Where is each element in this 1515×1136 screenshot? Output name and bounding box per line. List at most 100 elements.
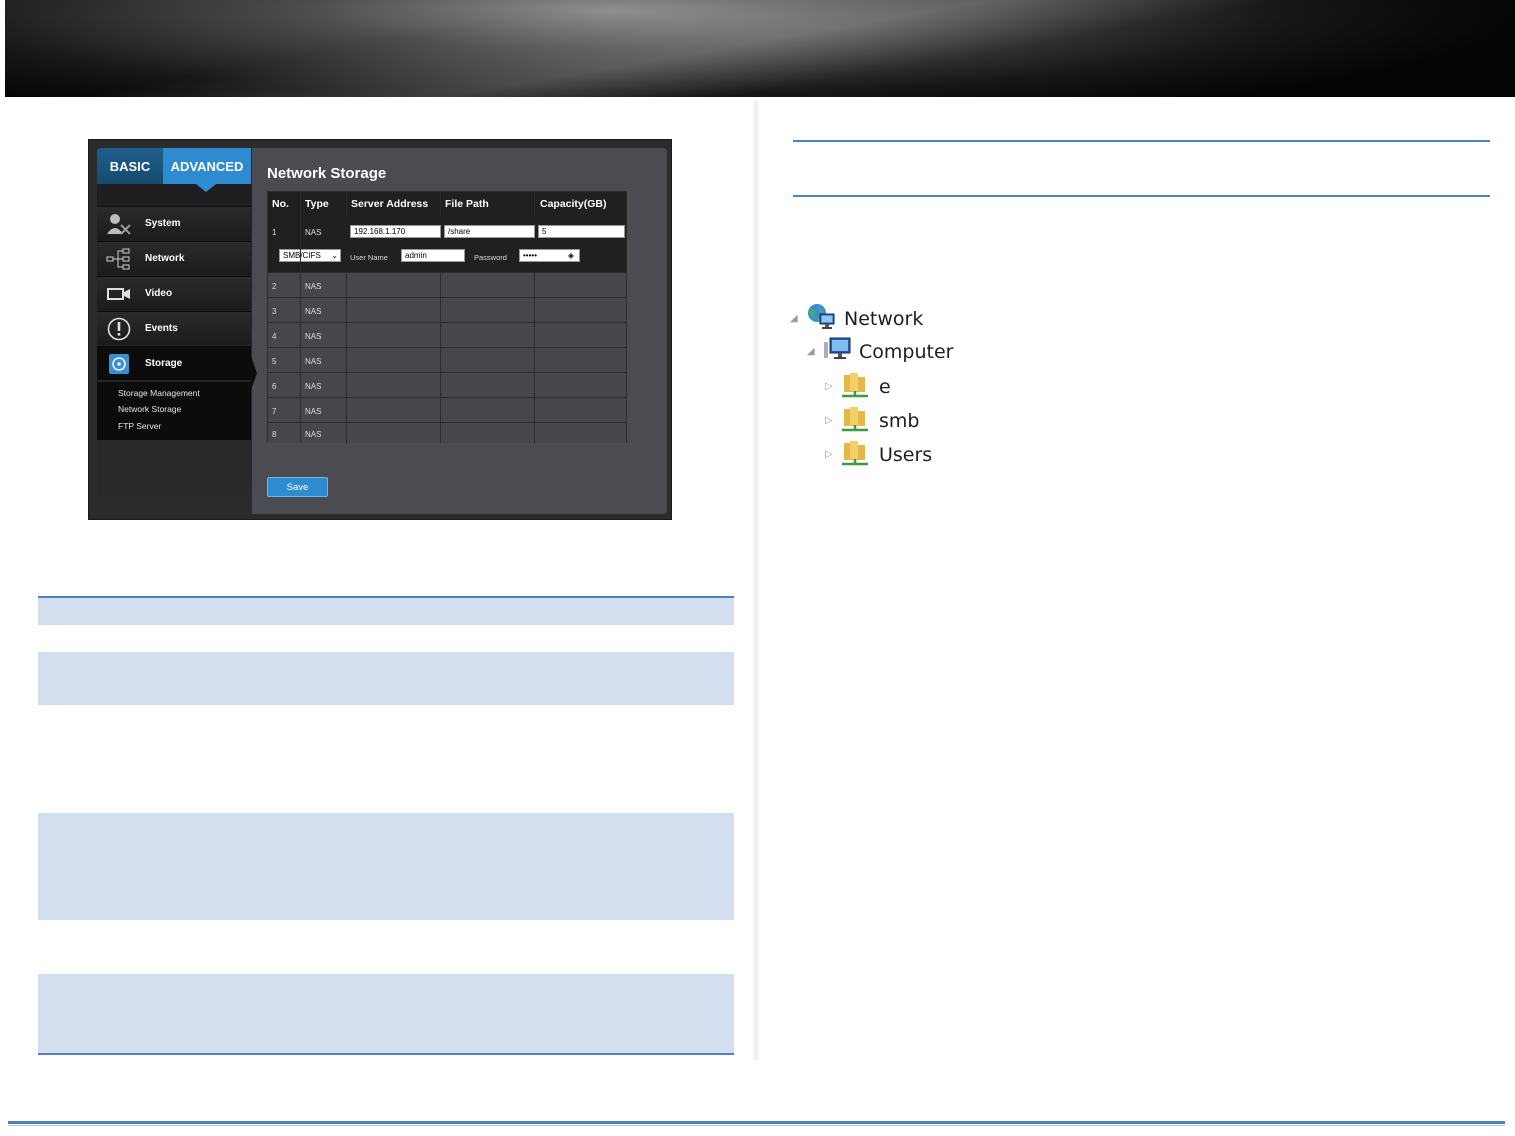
password-label: Password (474, 253, 507, 262)
column-divider (440, 272, 441, 443)
row-number: 7 (272, 407, 277, 416)
tree-node-label: Computer (859, 340, 954, 363)
collapsed-triangle-icon[interactable]: ▷ (825, 449, 837, 460)
table-row: 7 NAS (268, 397, 626, 422)
column-header: No. (272, 198, 289, 210)
password-mask: ••••• (523, 251, 538, 260)
row-type: NAS (305, 307, 322, 316)
file-path-input[interactable]: /share (444, 225, 535, 238)
table-row: 5 NAS (268, 347, 626, 372)
tree-node-label: e (879, 375, 891, 398)
computer-monitor-icon (823, 336, 851, 367)
chevron-down-icon: ⌄ (331, 251, 338, 260)
active-nav-indicator (251, 356, 257, 390)
expanded-triangle-icon[interactable]: ◢ (807, 346, 819, 357)
storage-disk-icon (105, 353, 133, 375)
shared-folder-icon (841, 438, 869, 471)
row-type: NAS (305, 228, 322, 237)
user-name-label: User Name (350, 253, 388, 262)
table-row: 6 NAS (268, 372, 626, 397)
system-user-icon (105, 213, 133, 235)
tab-basic[interactable]: BASIC (97, 148, 163, 184)
tree-node-network[interactable]: ◢ Network (790, 302, 923, 335)
sidebar-item-system[interactable]: System (97, 206, 251, 240)
row-type: NAS (305, 332, 322, 341)
row-number: 8 (272, 430, 277, 439)
table-row: 1 NAS 192.168.1.170 /share 5 SMB/CIFS ⌄ … (268, 217, 626, 272)
column-divider (752, 100, 760, 1060)
sidebar-item-label: Network (145, 253, 185, 264)
submenu-storage-management[interactable]: Storage Management (118, 388, 200, 398)
network-tree-icon (105, 248, 133, 270)
collapsed-triangle-icon[interactable]: ▷ (825, 415, 837, 426)
column-header: Server Address (351, 198, 429, 210)
sidebar-item-label: System (145, 218, 181, 229)
shared-folder-icon (841, 404, 869, 437)
submenu-network-storage[interactable]: Network Storage (118, 404, 181, 414)
column-divider (534, 272, 535, 443)
sidebar-item-video[interactable]: Video (97, 276, 251, 310)
user-name-input[interactable]: admin (401, 249, 465, 262)
row-type: NAS (305, 357, 322, 366)
sidebar-item-label: Storage (145, 358, 183, 369)
row-number: 6 (272, 382, 277, 391)
column-divider (346, 272, 347, 443)
camera-ui-screenshot: BASIC ADVANCED System Network Video Even… (88, 139, 672, 520)
server-address-input[interactable]: 192.168.1.170 (350, 225, 441, 238)
row-type: NAS (305, 430, 322, 439)
tree-node-share-smb[interactable]: ▷ smb (825, 404, 919, 437)
table-row: 2 NAS (268, 272, 626, 297)
sidebar-item-label: Video (145, 288, 173, 299)
row-number: 5 (272, 357, 277, 366)
sidebar-item-label: Events (145, 323, 178, 334)
column-divider (346, 192, 347, 217)
tab-advanced[interactable]: ADVANCED (163, 148, 251, 184)
column-divider (534, 192, 535, 217)
column-header: File Path (445, 198, 489, 210)
sidebar-item-network[interactable]: Network (97, 241, 251, 275)
table-row: 8 NAS (268, 422, 626, 443)
tree-node-computer[interactable]: ◢ Computer (807, 336, 953, 367)
save-button[interactable]: Save (267, 477, 328, 497)
shared-folder-icon (841, 370, 869, 403)
network-storage-table: No. Type Server Address File Path Capaci… (267, 191, 627, 443)
footer-rule (8, 1121, 1505, 1124)
tree-node-label: Users (879, 443, 933, 466)
alert-icon (105, 317, 133, 340)
row-type: NAS (305, 282, 322, 291)
protocol-select[interactable]: SMB/CIFS ⌄ (279, 249, 341, 262)
table-row: 4 NAS (268, 322, 626, 347)
protocol-value: SMB/CIFS (283, 251, 321, 260)
expanded-triangle-icon[interactable]: ◢ (790, 313, 802, 324)
table-band (38, 598, 734, 625)
tree-node-share-e[interactable]: ▷ e (825, 370, 891, 403)
capacity-input[interactable]: 5 (538, 225, 625, 238)
table-rule (793, 195, 1490, 197)
table-band (38, 652, 734, 705)
page-title: Network Storage (267, 165, 387, 182)
table-row: 3 NAS (268, 297, 626, 322)
camera-ui-panel: BASIC ADVANCED System Network Video Even… (97, 148, 667, 514)
collapsed-triangle-icon[interactable]: ▷ (825, 381, 837, 392)
column-header: Type (305, 198, 329, 210)
row-number: 3 (272, 307, 277, 316)
row-type: NAS (305, 382, 322, 391)
submenu-ftp-server[interactable]: FTP Server (118, 421, 161, 431)
password-input[interactable]: ••••• ◈ (519, 249, 580, 262)
table-band (38, 974, 734, 1054)
sidebar-item-events[interactable]: Events (97, 311, 251, 345)
table-rule (793, 140, 1490, 142)
tree-node-label: Network (844, 307, 924, 330)
tree-node-label: smb (879, 409, 920, 432)
row-number: 2 (272, 282, 277, 291)
sidebar-item-storage[interactable]: Storage (97, 346, 251, 380)
document-page: BASIC ADVANCED System Network Video Even… (0, 0, 1515, 1136)
column-divider (300, 192, 301, 442)
sidebar: BASIC ADVANCED System Network Video Even… (97, 148, 252, 514)
video-camera-icon (105, 283, 133, 305)
show-password-eye-icon[interactable]: ◈ (568, 250, 574, 261)
header-banner (5, 0, 1515, 97)
active-tab-indicator (196, 184, 216, 192)
tree-node-share-users[interactable]: ▷ Users (825, 438, 932, 471)
column-divider (440, 192, 441, 217)
